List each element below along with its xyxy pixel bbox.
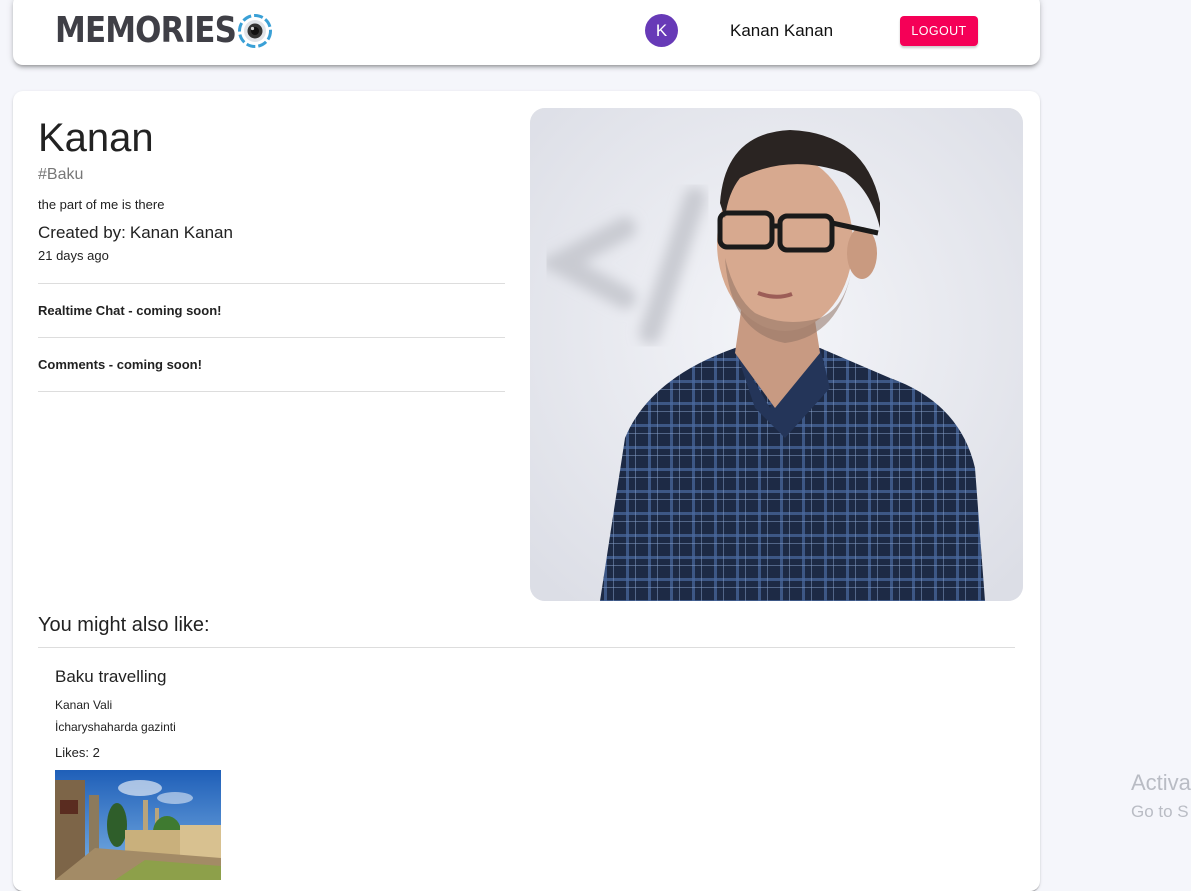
recommended-heading: You might also like: xyxy=(38,614,210,636)
post-creator: Created by: Kanan Kanan xyxy=(38,223,233,243)
recommended-item-author: Kanan Vali xyxy=(55,698,113,712)
logout-button[interactable]: LOGOUT xyxy=(900,16,978,46)
app-bar: MEMORIES K Kanan Kanan LOGOUT xyxy=(13,0,1040,65)
brand-logo-text[interactable]: MEMORIES xyxy=(55,8,237,52)
recommended-item-image[interactable] xyxy=(55,770,221,880)
created-by-name: Kanan Kanan xyxy=(129,223,233,242)
recommended-item-title[interactable]: Baku travelling xyxy=(55,667,167,687)
divider xyxy=(38,283,505,284)
recommended-item-message: İcharyshaharda gazinti xyxy=(55,720,176,734)
city-photo xyxy=(55,770,221,880)
realtime-chat-notice: Realtime Chat - coming soon! xyxy=(38,303,222,318)
divider xyxy=(38,337,505,338)
post-detail-card: Kanan #Baku the part of me is there Crea… xyxy=(13,91,1040,891)
user-name: Kanan Kanan xyxy=(730,21,834,40)
watermark-line1: Activa xyxy=(1131,770,1191,795)
post-message: the part of me is there xyxy=(38,197,165,212)
created-by-label: Created by: xyxy=(38,223,126,242)
user-avatar[interactable]: K xyxy=(645,14,678,47)
divider xyxy=(38,647,1015,648)
post-time: 21 days ago xyxy=(38,248,109,263)
post-title: Kanan xyxy=(38,116,154,160)
watermark-line2: Go to S xyxy=(1131,802,1189,821)
post-tags: #Baku xyxy=(38,166,84,183)
recommended-item-likes: Likes: 2 xyxy=(55,745,100,760)
divider xyxy=(38,391,505,392)
post-image xyxy=(530,108,1023,601)
portrait-photo xyxy=(530,108,1023,601)
comments-notice: Comments - coming soon! xyxy=(38,357,202,372)
camera-lens-icon xyxy=(238,14,272,48)
